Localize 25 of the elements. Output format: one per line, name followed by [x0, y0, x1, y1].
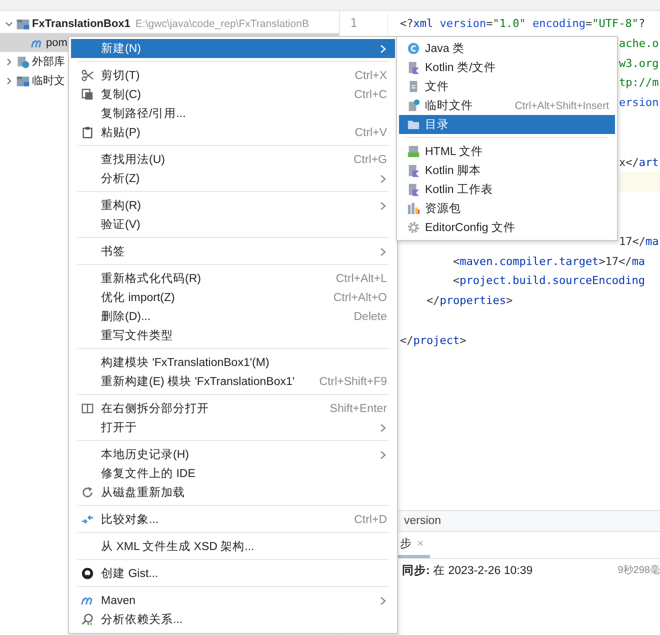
- shortcut-label: Ctrl+Alt+O: [332, 292, 387, 304]
- code-line: </properties>: [425, 293, 513, 310]
- shortcut-label: Ctrl+Alt+Shift+Insert: [514, 100, 609, 112]
- code-line: tp://m: [619, 75, 659, 92]
- shortcut-label: Ctrl+V: [354, 126, 387, 138]
- shortcut-label: Ctrl+Alt+L: [334, 272, 387, 284]
- code-line: <project.build.sourceEncoding: [452, 273, 646, 290]
- code-line: ersion: [619, 95, 659, 112]
- shortcut-label: Ctrl+D: [353, 514, 387, 526]
- code-line: </project>: [400, 332, 466, 349]
- shortcut-label: Ctrl+G: [352, 154, 387, 166]
- code-line: 17</ma: [619, 234, 659, 250]
- code-line: <maven.compiler.target>17</ma: [452, 254, 646, 270]
- shortcut-label: Shift+Enter: [328, 402, 387, 414]
- code-line: <?xml version="1.0" encoding="UTF-8"?: [400, 16, 646, 32]
- line-number: 1: [350, 15, 358, 32]
- code-line: ache.o: [619, 36, 659, 52]
- shortcut-label: Ctrl+X: [354, 70, 387, 82]
- shortcut-label: Ctrl+Shift+F9: [318, 376, 387, 388]
- shortcut-label: Ctrl+C: [353, 88, 387, 100]
- sync-duration: 9秒298毫: [618, 564, 660, 577]
- code-line: x</art: [619, 154, 659, 171]
- code-line: w3.org: [619, 56, 659, 72]
- sync-status: 同步: 在 2023-2-26 10:39: [402, 563, 533, 578]
- shortcut-label: Delete: [352, 310, 387, 322]
